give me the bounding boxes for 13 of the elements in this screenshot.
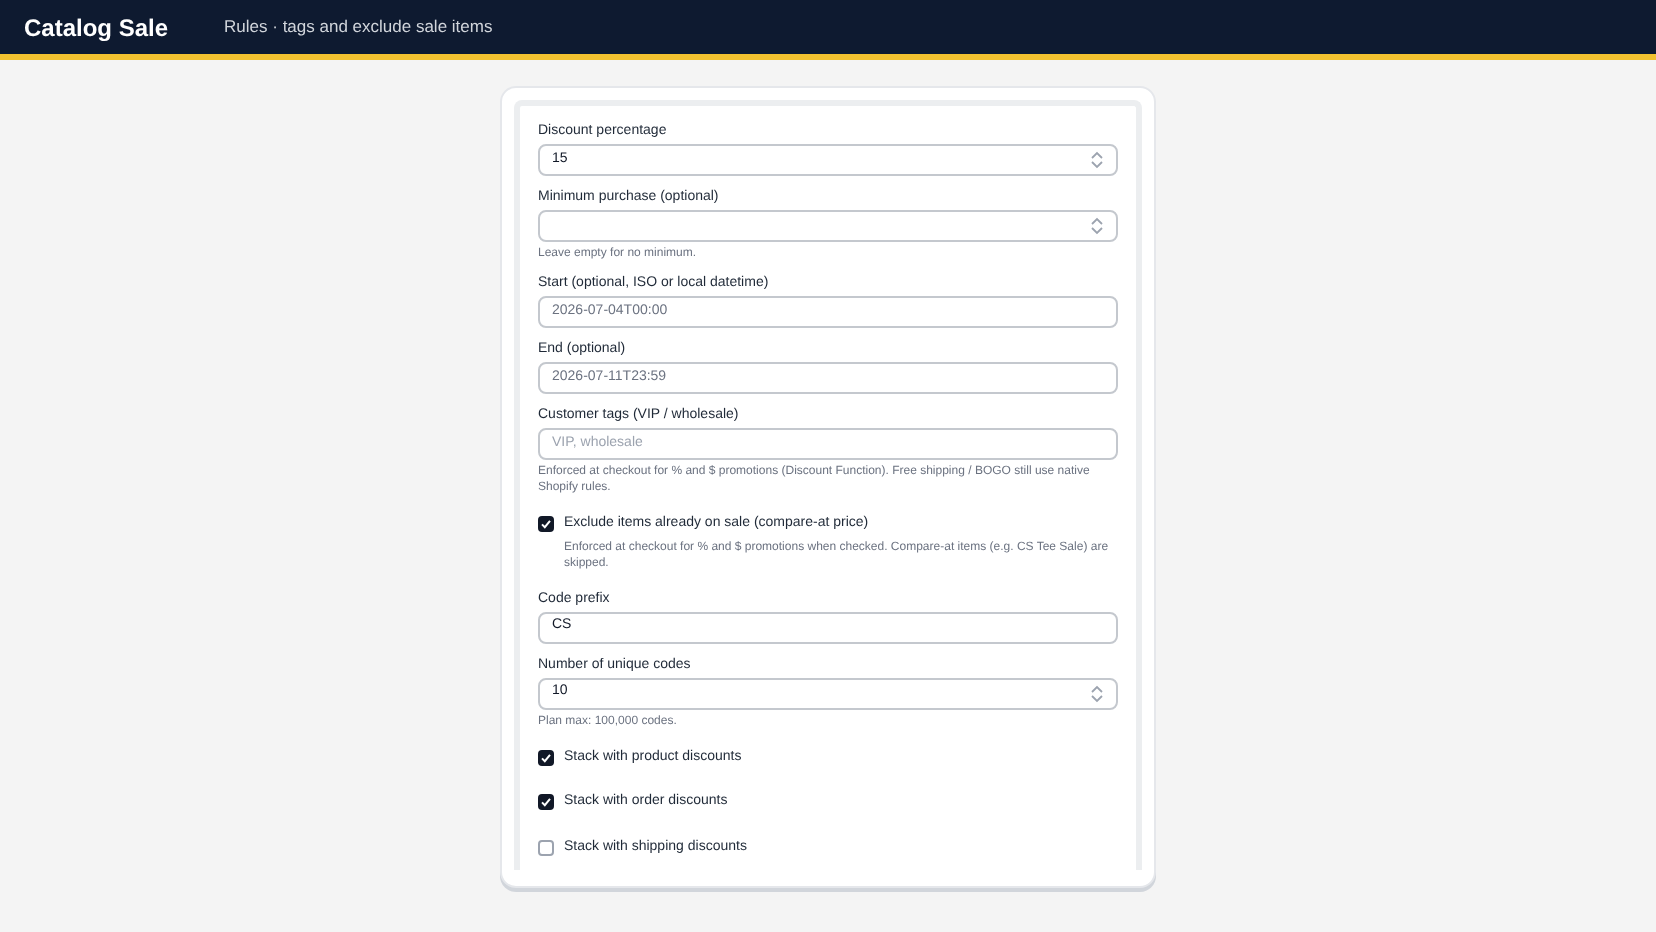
checkbox[interactable] xyxy=(538,516,554,533)
check-icon xyxy=(540,751,552,764)
checkbox[interactable] xyxy=(538,749,554,766)
app-title: Catalog Sale xyxy=(24,11,169,45)
spinner-icon[interactable] xyxy=(1090,683,1104,703)
page-subtitle: Rules · tags and exclude sale items xyxy=(224,14,493,40)
check-icon xyxy=(540,518,552,531)
checkbox[interactable] xyxy=(538,839,554,856)
input-field[interactable] xyxy=(538,210,1118,242)
spinner-icon[interactable] xyxy=(1090,150,1104,170)
checkbox[interactable] xyxy=(538,794,554,811)
check-icon xyxy=(540,796,552,809)
spinner-icon[interactable] xyxy=(1090,216,1104,236)
